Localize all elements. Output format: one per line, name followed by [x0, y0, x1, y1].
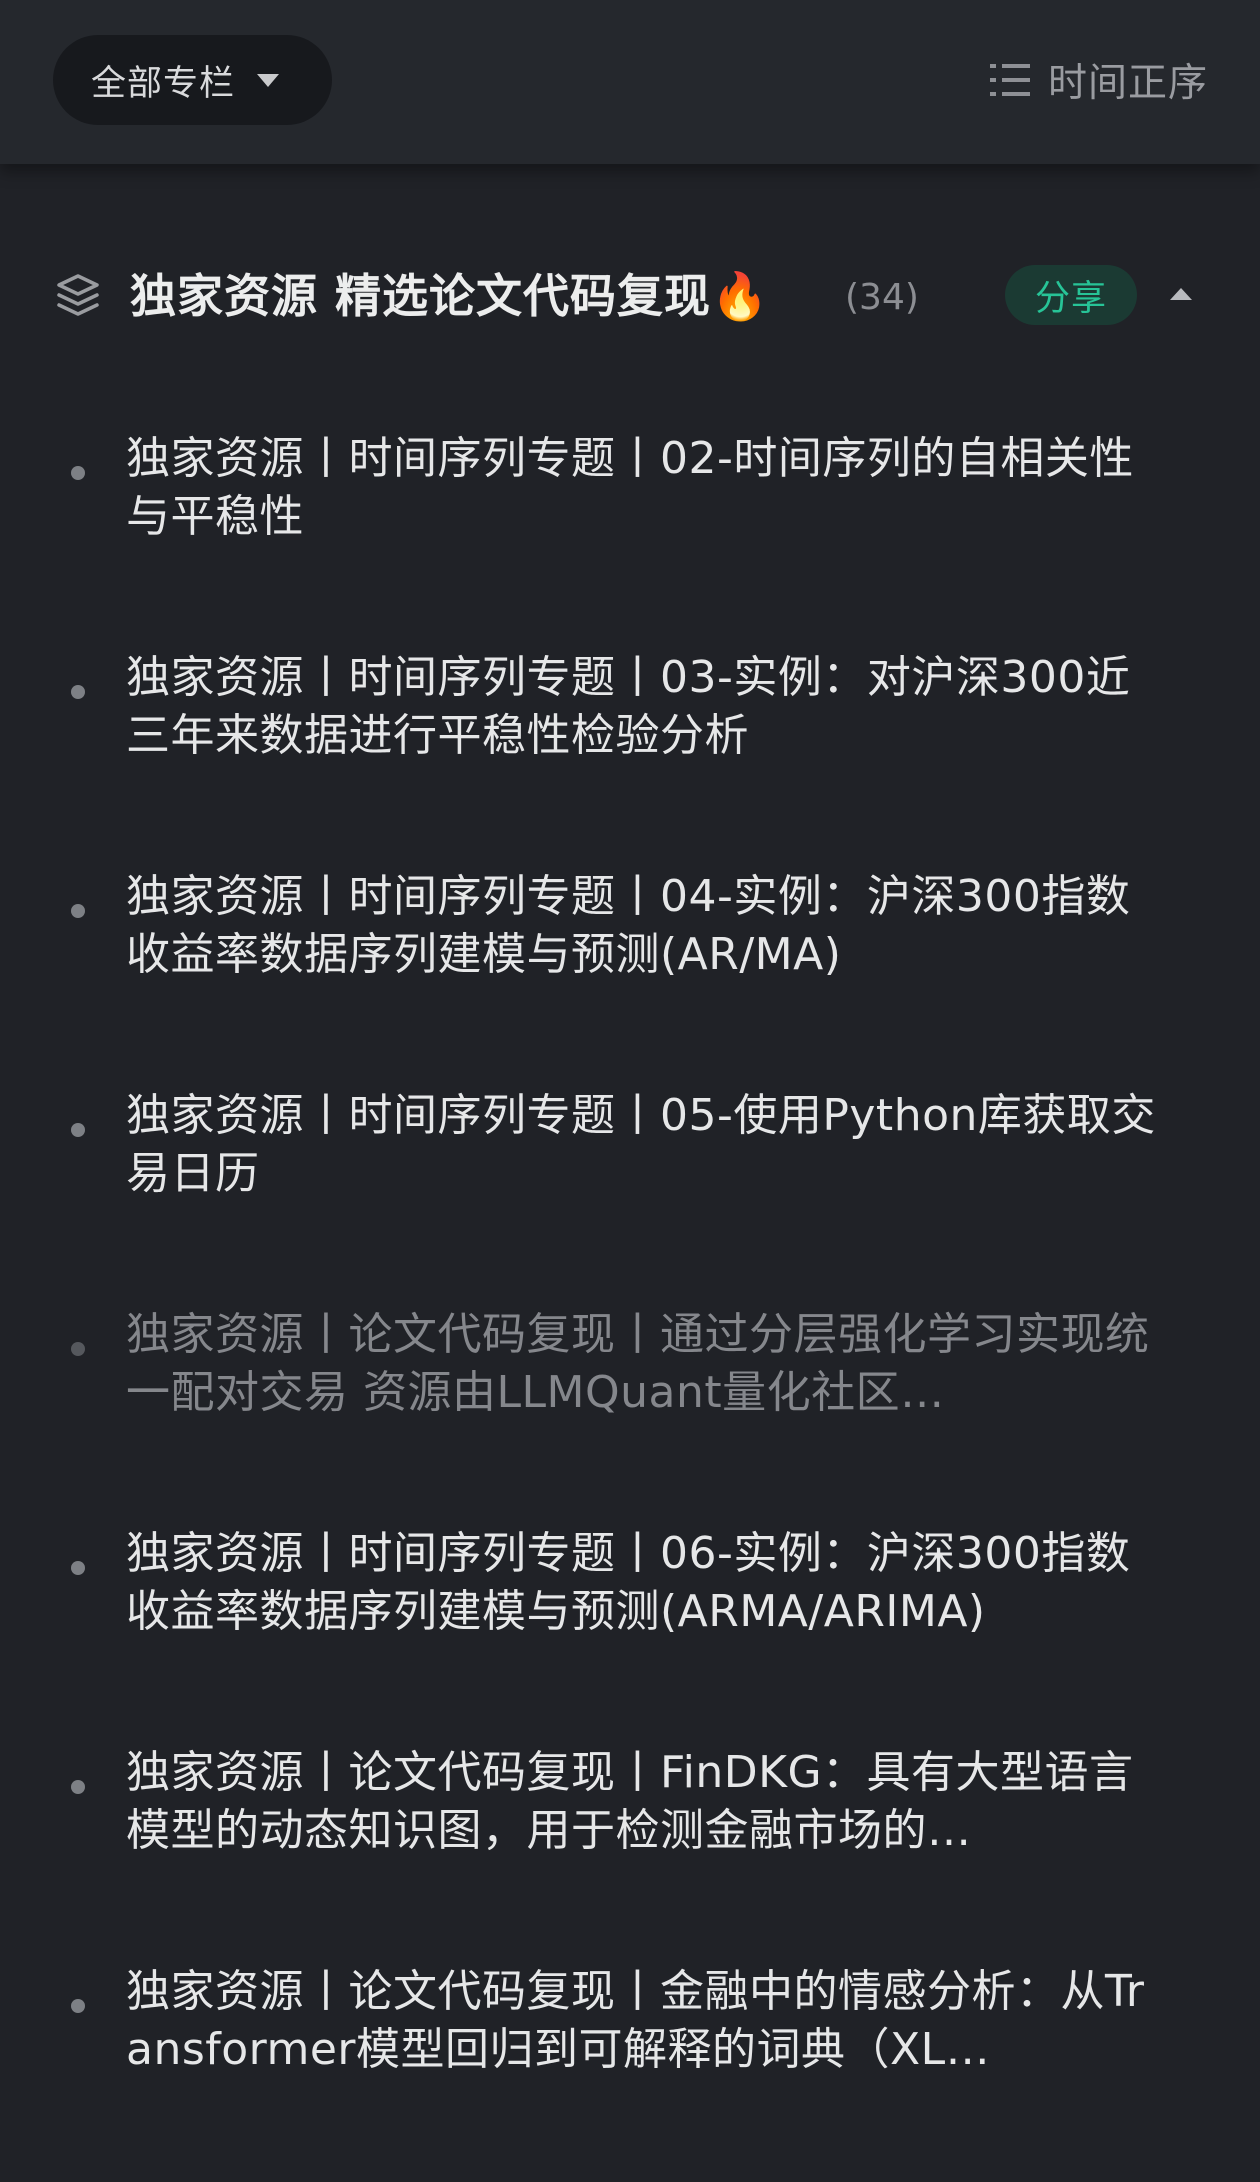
article-title: 独家资源丨论文代码复现丨FinDKG：具有大型语言模型的动态知识图，用于检测金融…	[126, 1747, 1134, 1856]
bullet-dot-icon	[71, 904, 85, 918]
bullet-dot-icon	[71, 466, 85, 480]
article-list-item[interactable]: 独家资源丨论文代码复现丨金融中的情感分析：从Transformer模型回归到可解…	[0, 1963, 1260, 2182]
section-title: 独家资源 精选论文代码复现🔥	[130, 269, 770, 323]
article-title: 独家资源丨时间序列专题丨03-实例：对沪深300近三年来数据进行平稳性检验分析	[126, 652, 1131, 761]
caret-down-icon	[257, 73, 280, 87]
article-title: 独家资源丨论文代码复现丨通过分层强化学习实现统一配对交易 资源由LLMQuant…	[126, 1309, 1150, 1418]
article-title: 独家资源丨论文代码复现丨金融中的情感分析：从Transformer模型回归到可解…	[126, 1966, 1145, 2075]
article-list-item[interactable]: 独家资源丨时间序列专题丨06-实例：沪深300指数收益率数据序列建模与预测(AR…	[0, 1525, 1260, 1744]
caret-up-icon	[1170, 288, 1192, 300]
top-bar: 全部专栏 时间正序	[0, 0, 1260, 164]
bullet-dot-icon	[71, 685, 85, 699]
article-title: 独家资源丨时间序列专题丨05-使用Python库获取交易日历	[126, 1090, 1156, 1199]
column-filter-dropdown[interactable]: 全部专栏	[53, 35, 332, 125]
column-filter-label: 全部专栏	[91, 63, 236, 104]
section-article-count: (34)	[845, 277, 919, 318]
list-order-icon	[989, 64, 1030, 96]
sort-order-label: 时间正序	[1047, 61, 1208, 106]
share-button[interactable]: 分享	[1005, 265, 1137, 325]
article-list-item[interactable]: 独家资源丨时间序列专题丨03-实例：对沪深300近三年来数据进行平稳性检验分析	[0, 649, 1260, 868]
article-list: 独家资源丨时间序列专题丨02-时间序列的自相关性与平稳性 独家资源丨时间序列专题…	[0, 430, 1260, 2182]
article-list-item[interactable]: 独家资源丨论文代码复现丨通过分层强化学习实现统一配对交易 资源由LLMQuant…	[0, 1306, 1260, 1525]
article-list-item[interactable]: 独家资源丨论文代码复现丨FinDKG：具有大型语言模型的动态知识图，用于检测金融…	[0, 1744, 1260, 1963]
article-list-item[interactable]: 独家资源丨时间序列专题丨05-使用Python库获取交易日历	[0, 1087, 1260, 1306]
bullet-dot-icon	[71, 1999, 85, 2013]
bullet-dot-icon	[71, 1561, 85, 1575]
article-list-item[interactable]: 独家资源丨时间序列专题丨02-时间序列的自相关性与平稳性	[0, 430, 1260, 649]
article-list-item[interactable]: 独家资源丨时间序列专题丨04-实例：沪深300指数收益率数据序列建模与预测(AR…	[0, 868, 1260, 1087]
article-title: 独家资源丨时间序列专题丨04-实例：沪深300指数收益率数据序列建模与预测(AR…	[126, 871, 1131, 980]
column-section-header: 独家资源 精选论文代码复现🔥 (34) 分享	[0, 250, 1260, 340]
article-title: 独家资源丨时间序列专题丨06-实例：沪深300指数收益率数据序列建模与预测(AR…	[126, 1528, 1131, 1637]
collapse-section-button[interactable]	[1170, 285, 1196, 305]
bullet-dot-icon	[71, 1123, 85, 1137]
bullet-dot-icon	[71, 1342, 85, 1356]
layers-stack-icon	[57, 274, 99, 316]
sort-order-button[interactable]: 时间正序	[989, 52, 1208, 108]
article-title: 独家资源丨时间序列专题丨02-时间序列的自相关性与平稳性	[126, 433, 1134, 542]
bullet-dot-icon	[71, 1780, 85, 1794]
